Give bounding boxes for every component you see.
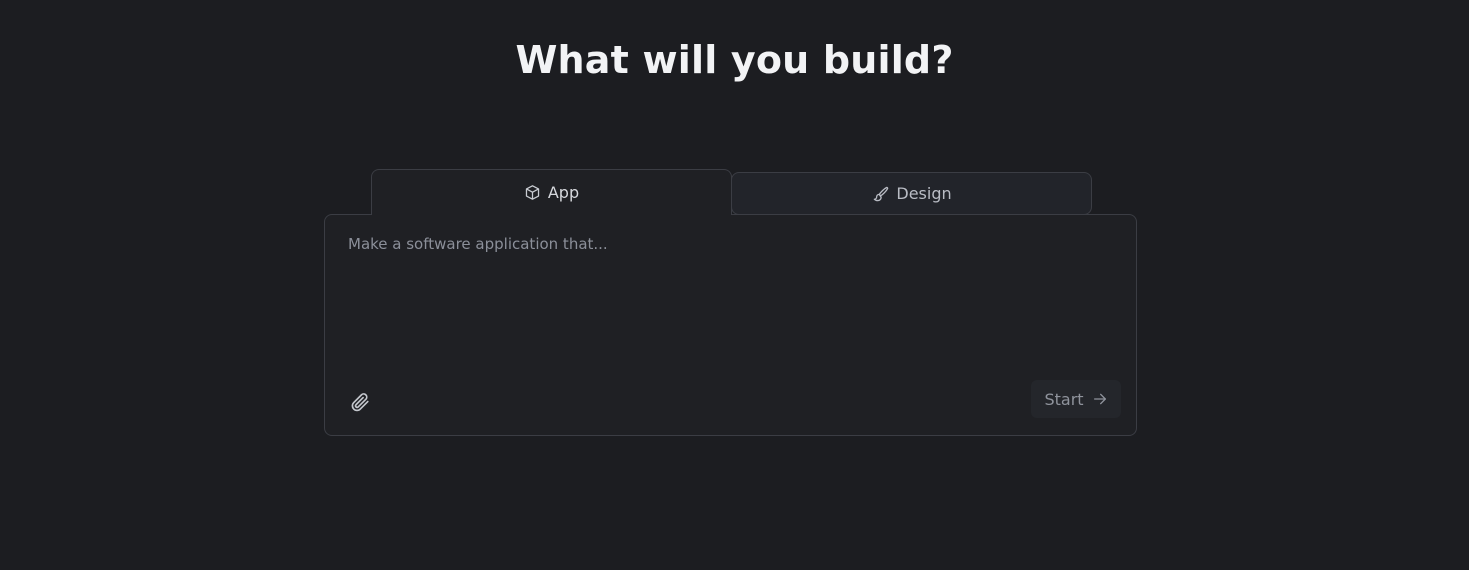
composer: App Design Start [324, 169, 1137, 436]
arrow-right-icon [1092, 391, 1108, 407]
start-button[interactable]: Start [1031, 380, 1121, 418]
page: What will you build? App Design Make a s… [0, 0, 1469, 570]
start-button-label: Start [1044, 389, 1084, 409]
paintbrush-icon [871, 185, 889, 203]
paperclip-icon [349, 391, 371, 413]
active-tab-joiner [372, 213, 731, 216]
cube-icon [524, 184, 541, 201]
prompt-panel: Start [324, 214, 1137, 436]
tab-app[interactable]: App [371, 169, 732, 215]
tab-app-label: App [547, 183, 580, 202]
tab-design[interactable]: Design [731, 172, 1092, 215]
page-title: What will you build? [515, 38, 954, 82]
prompt-input[interactable] [348, 235, 1108, 355]
tab-design-label: Design [896, 184, 952, 203]
attach-button[interactable] [347, 389, 373, 415]
